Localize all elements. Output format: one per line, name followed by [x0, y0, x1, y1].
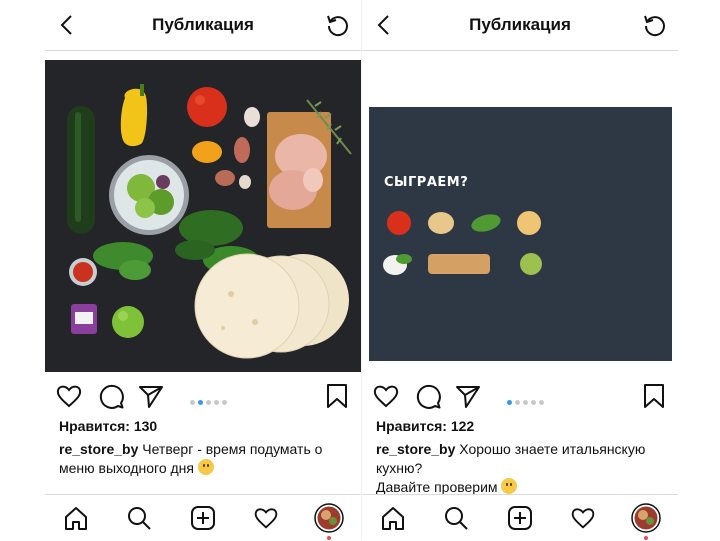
share-icon[interactable]: [454, 382, 482, 410]
comment-icon[interactable]: [97, 382, 125, 410]
heart-icon[interactable]: [570, 505, 596, 531]
search-icon[interactable]: [126, 505, 152, 531]
carousel-indicator: [190, 392, 230, 410]
avatar[interactable]: [314, 503, 344, 540]
tomato: [187, 87, 227, 127]
bottom-nav: [362, 494, 678, 541]
refresh-icon[interactable]: [325, 12, 351, 38]
post-screen-left: Публикация Нравится: 130 re_store_by Чет…: [45, 0, 361, 541]
page-title: Публикация: [469, 15, 571, 34]
pasta: [517, 211, 541, 235]
home-icon[interactable]: [63, 505, 89, 531]
profile-avatar-icon: [631, 503, 661, 533]
brussels-sprout: [520, 253, 542, 275]
username[interactable]: re_store_by: [59, 441, 138, 457]
bread: [428, 212, 454, 234]
page-title: Публикация: [152, 15, 254, 34]
likes-count[interactable]: Нравится: 122: [376, 418, 474, 434]
shallot-2: [215, 170, 235, 186]
likes-count[interactable]: Нравится: 130: [59, 418, 157, 434]
garlic: [244, 107, 260, 127]
post-image[interactable]: СЫГРАЕМ?: [362, 60, 678, 372]
post-screen-right: Публикация СЫГРАЕМ? Нравится: 122 re_sto…: [362, 0, 678, 541]
post-image[interactable]: [45, 60, 361, 372]
comment-icon[interactable]: [414, 382, 442, 410]
caption-line-2: Давайте проверим: [376, 479, 498, 495]
shallot: [234, 137, 250, 163]
add-icon[interactable]: [507, 505, 533, 531]
carousel-indicator: [507, 392, 547, 410]
heart-icon[interactable]: [253, 505, 279, 531]
refresh-icon[interactable]: [642, 12, 668, 38]
notification-dot: [327, 536, 331, 540]
lime: [112, 306, 144, 338]
heart-icon[interactable]: [372, 382, 400, 410]
avatar[interactable]: [631, 503, 661, 540]
tomato: [387, 211, 411, 235]
smile-emoji-icon: [197, 459, 214, 475]
yellow-tomato: [192, 141, 222, 163]
post-caption: re_store_by Четверг - время подумать о м…: [59, 440, 349, 478]
username[interactable]: re_store_by: [376, 441, 455, 457]
smile-emoji-icon: [501, 478, 518, 494]
bottom-nav: [45, 494, 361, 541]
post-actions: [362, 380, 678, 412]
heart-icon[interactable]: [55, 382, 83, 410]
bookmark-icon[interactable]: [323, 382, 351, 410]
game-card: [369, 107, 672, 361]
post-caption: re_store_by Хорошо знаете итальянскую ку…: [376, 440, 666, 497]
profile-avatar-icon: [314, 503, 344, 533]
header: Публикация: [362, 0, 678, 51]
search-icon[interactable]: [443, 505, 469, 531]
share-icon[interactable]: [137, 382, 165, 410]
bookmark-icon[interactable]: [640, 382, 668, 410]
header: Публикация: [45, 0, 361, 51]
add-icon[interactable]: [190, 505, 216, 531]
home-icon[interactable]: [380, 505, 406, 531]
baguette: [428, 254, 490, 274]
post-actions: [45, 380, 361, 412]
yellow-pepper: [120, 88, 148, 147]
card-title: СЫГРАЕМ?: [384, 175, 468, 190]
notification-dot: [644, 536, 648, 540]
